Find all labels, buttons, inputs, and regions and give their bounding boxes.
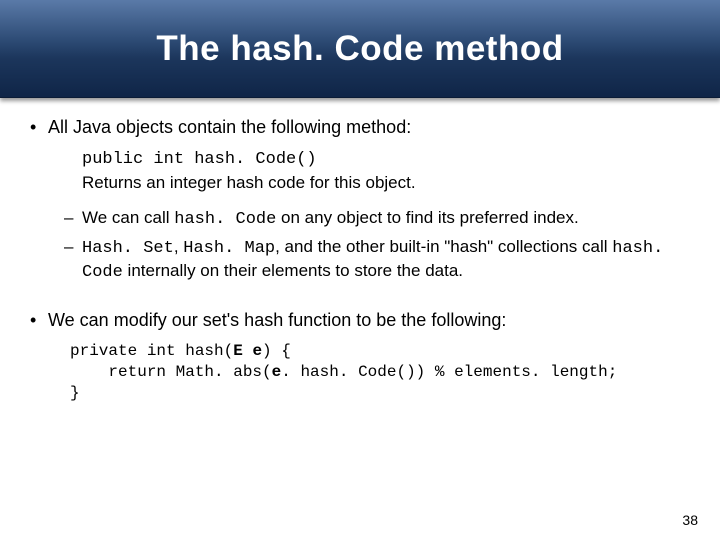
bullet-dot-icon: • [30, 116, 48, 139]
code-text: . hash. Code()) % elements. length; [281, 363, 617, 381]
sub-bullet-text: We can call hash. Code on any object to … [82, 207, 700, 230]
code-span: Hash. Set [82, 239, 174, 258]
method-signature: public int hash. Code() [82, 149, 700, 170]
text-span: , [174, 237, 183, 256]
code-block: private int hash(E e) { return Math. abs… [70, 341, 700, 403]
bullet-item: • We can modify our set's hash function … [30, 309, 700, 332]
text-span: , and the other built-in "hash" collecti… [275, 237, 612, 256]
method-description: Returns an integer hash code for this ob… [82, 172, 700, 193]
text-span: We can call [82, 208, 174, 227]
code-param: e [272, 363, 282, 381]
title-bar: The hash. Code method [0, 0, 720, 98]
code-text: } [70, 384, 80, 402]
bullet-text: We can modify our set's hash function to… [48, 309, 700, 332]
code-text: private int hash( [70, 342, 233, 360]
bullet-text: All Java objects contain the following m… [48, 116, 700, 139]
sub-bullet-item: – Hash. Set, Hash. Map, and the other bu… [64, 236, 700, 283]
text-span: on any object to find its preferred inde… [276, 208, 578, 227]
text-span: internally on their elements to store th… [123, 261, 463, 280]
slide-body: • All Java objects contain the following… [0, 98, 720, 404]
slide: The hash. Code method • All Java objects… [0, 0, 720, 540]
method-signature-block: public int hash. Code() Returns an integ… [82, 149, 700, 194]
bullet-item: • All Java objects contain the following… [30, 116, 700, 139]
page-number: 38 [682, 512, 698, 528]
dash-icon: – [64, 207, 82, 230]
code-text: return Math. abs( [70, 363, 272, 381]
bullet-dot-icon: • [30, 309, 48, 332]
code-text: ) { [262, 342, 291, 360]
code-param: E e [233, 342, 262, 360]
dash-icon: – [64, 236, 82, 283]
code-span: Hash. Map [183, 239, 275, 258]
sub-bullet-text: Hash. Set, Hash. Map, and the other buil… [82, 236, 700, 283]
slide-title: The hash. Code method [156, 29, 563, 69]
sub-bullet-item: – We can call hash. Code on any object t… [64, 207, 700, 230]
code-span: hash. Code [174, 210, 276, 229]
